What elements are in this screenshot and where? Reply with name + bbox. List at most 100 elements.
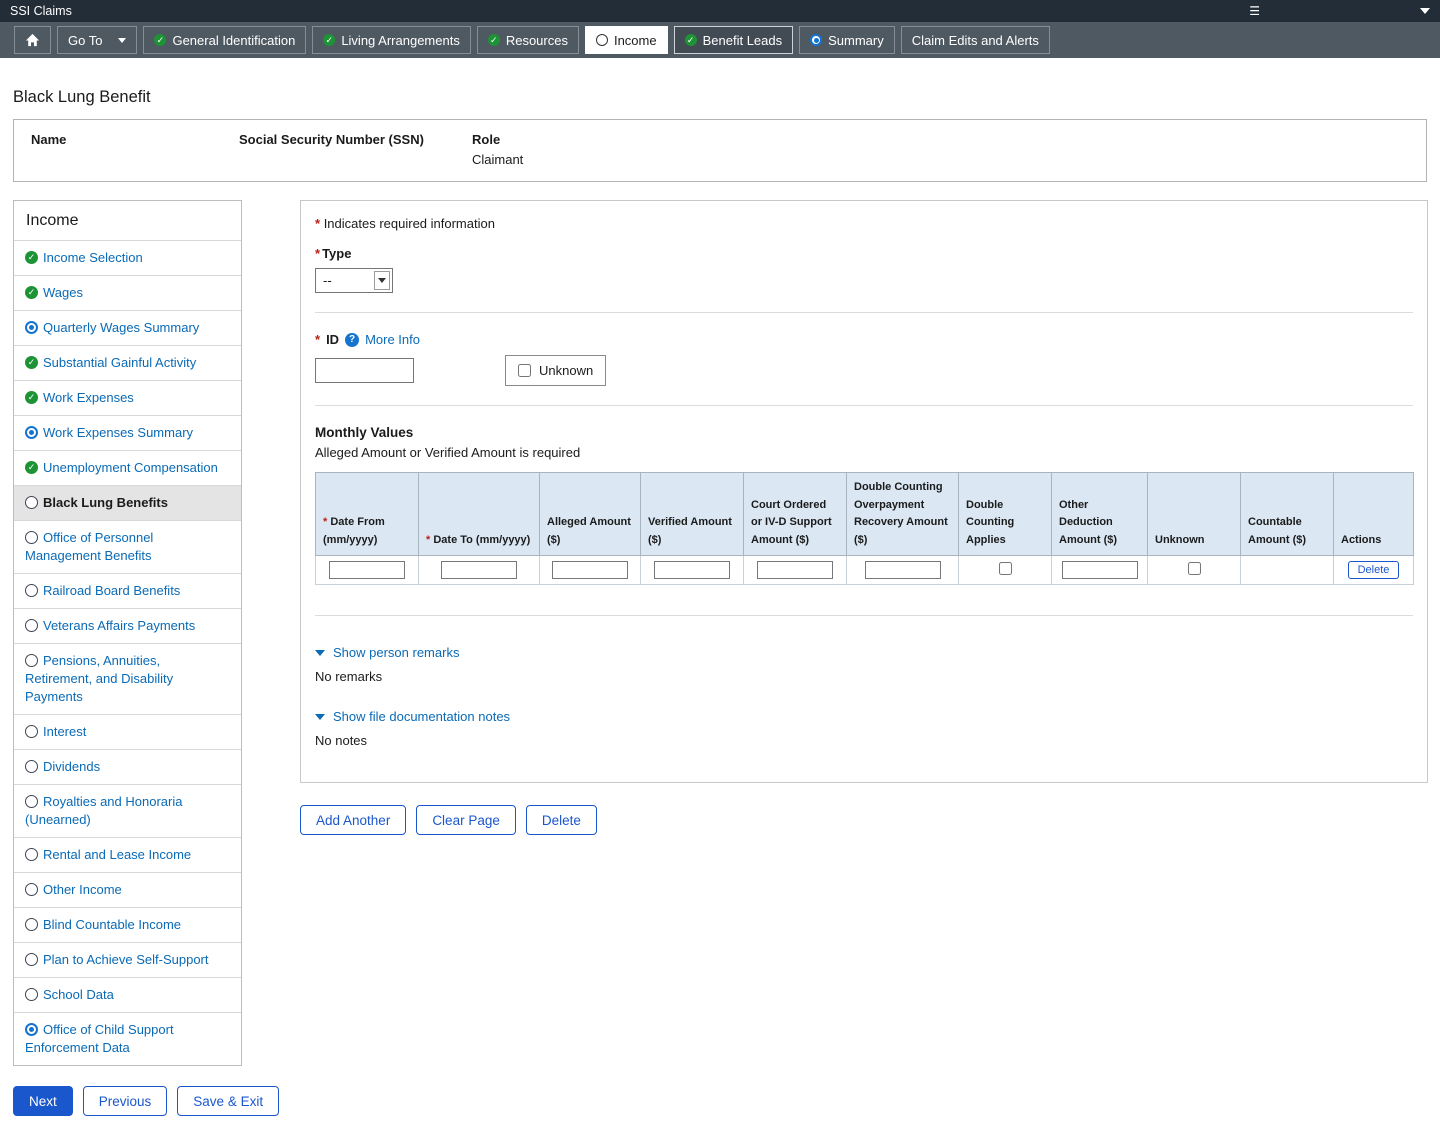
col-alleged-amount: Alleged Amount ($) [539, 471, 641, 557]
role-label: Role [472, 132, 501, 147]
show-file-documentation-notes-toggle[interactable]: Show file documentation notes [315, 709, 1413, 724]
monthly-values-subtitle: Alleged Amount or Verified Amount is req… [315, 445, 581, 460]
sidebar-item-school-data[interactable]: School Data [14, 977, 241, 1012]
empty-circle-icon [25, 654, 38, 667]
home-icon [25, 33, 40, 47]
col-unknown: Unknown [1147, 471, 1241, 557]
col-verified-amount: Verified Amount ($) [640, 471, 744, 557]
tab-living-arrangements[interactable]: Living Arrangements [312, 26, 471, 54]
double-counting-applies-checkbox[interactable] [998, 562, 1012, 576]
sidebar-item-pensions-annuities[interactable]: Pensions, Annuities, Retirement, and Dis… [14, 643, 241, 714]
previous-button[interactable]: Previous [82, 1086, 168, 1116]
name-label: Name [31, 132, 67, 147]
sidebar-item-other-income[interactable]: Other Income [14, 872, 241, 907]
id-label-row: * ID More Info [315, 332, 1413, 347]
sidebar-item-work-expenses-summary[interactable]: Work Expenses Summary [14, 415, 241, 450]
col-double-counting-recovery-amount: Double Counting Overpayment Recovery Amo… [846, 471, 959, 557]
empty-circle-icon [25, 883, 38, 896]
sidebar-item-quarterly-wages-summary[interactable]: Quarterly Wages Summary [14, 310, 241, 345]
clear-page-button[interactable]: Clear Page [416, 805, 516, 836]
sidebar-item-wages[interactable]: Wages [14, 275, 241, 310]
delete-button[interactable]: Delete [525, 805, 597, 836]
sidebar-item-office-of-child-support-enforcement-data[interactable]: Office of Child Support Enforcement Data [14, 1012, 241, 1065]
form-actions: Add Another Clear Page Delete [300, 805, 1428, 836]
empty-circle-icon [25, 988, 38, 1001]
home-button[interactable] [14, 26, 51, 54]
monthly-values-title: Monthly Values [315, 425, 414, 440]
tab-resources[interactable]: Resources [476, 26, 579, 54]
row-delete-button[interactable]: Delete [1347, 561, 1400, 580]
in-progress-circle-icon [25, 321, 38, 334]
empty-circle-icon [25, 848, 38, 861]
save-exit-button[interactable]: Save & Exit [177, 1086, 280, 1116]
sidebar-item-dividends[interactable]: Dividends [14, 749, 241, 784]
divider [315, 312, 1413, 313]
sidebar-item-royalties-and-honoraria[interactable]: Royalties and Honoraria (Unearned) [14, 784, 241, 837]
more-info-link[interactable]: More Info [365, 332, 420, 347]
col-countable-amount: Countable Amount ($) [1240, 471, 1334, 557]
chevron-down-icon [315, 649, 325, 656]
table-header-row: * Date From (mm/yyyy) * Date To (mm/yyyy… [315, 471, 1414, 557]
empty-circle-icon [25, 725, 38, 738]
sidebar-item-unemployment-compensation[interactable]: Unemployment Compensation [14, 450, 241, 485]
next-button[interactable]: Next [13, 1086, 73, 1116]
tab-benefit-leads[interactable]: Benefit Leads [673, 26, 794, 54]
in-progress-circle-icon [25, 1023, 38, 1036]
check-circle-icon [154, 34, 167, 46]
empty-circle-icon [25, 531, 38, 544]
col-date-to: * Date To (mm/yyyy) [418, 471, 540, 557]
check-circle-icon [25, 286, 38, 299]
black-lung-benefit-form: * Indicates required information * Type -… [300, 200, 1428, 784]
id-unknown-checkbox[interactable] [518, 364, 531, 377]
sidebar-item-income-selection[interactable]: Income Selection [14, 240, 241, 275]
sidebar-item-railroad-board-benefits[interactable]: Railroad Board Benefits [14, 573, 241, 608]
sidebar-item-work-expenses[interactable]: Work Expenses [14, 380, 241, 415]
info-icon [345, 332, 360, 347]
in-progress-circle-icon [25, 426, 38, 439]
sidebar-item-blind-countable-income[interactable]: Blind Countable Income [14, 907, 241, 942]
sidebar-item-interest[interactable]: Interest [14, 714, 241, 749]
sidebar-item-substantial-gainful-activity[interactable]: Substantial Gainful Activity [14, 345, 241, 380]
show-person-remarks-toggle[interactable]: Show person remarks [315, 645, 1413, 660]
app-title: SSI Claims [10, 4, 72, 18]
sidebar-item-rental-and-lease-income[interactable]: Rental and Lease Income [14, 837, 241, 872]
id-unknown-group: Unknown [505, 355, 607, 386]
sidebar-item-plan-to-achieve-self-support[interactable]: Plan to Achieve Self-Support [14, 942, 241, 977]
check-circle-icon [323, 34, 336, 46]
caret-down-icon[interactable] [1420, 8, 1430, 14]
tab-claim-edits-and-alerts[interactable]: Claim Edits and Alerts [900, 26, 1050, 54]
row-unknown-checkbox[interactable] [1187, 562, 1201, 576]
type-select[interactable]: -- [315, 268, 393, 293]
verified-amount-input[interactable] [654, 561, 730, 580]
date-to-input[interactable] [441, 561, 517, 580]
table-row: Delete [315, 555, 1414, 586]
id-label: ID [326, 332, 340, 347]
id-input[interactable] [315, 358, 414, 383]
other-deduction-input[interactable] [1061, 561, 1138, 580]
tab-income[interactable]: Income [584, 26, 668, 54]
notes-empty-text: No notes [315, 733, 368, 749]
empty-circle-icon [25, 619, 38, 632]
sidebar-item-veterans-affairs-payments[interactable]: Veterans Affairs Payments [14, 608, 241, 643]
court-ordered-amount-input[interactable] [757, 561, 833, 580]
empty-circle-icon [25, 496, 38, 509]
remarks-empty-text: No remarks [315, 669, 383, 685]
type-select-value: -- [323, 273, 332, 288]
date-from-input[interactable] [329, 561, 405, 580]
page-title: Black Lung Benefit [13, 88, 151, 106]
titlebar-controls: ☰ [1249, 5, 1430, 17]
sidebar-item-black-lung-benefits[interactable]: Black Lung Benefits [14, 485, 241, 520]
double-counting-recovery-input[interactable] [864, 561, 941, 580]
required-note: * Indicates required information [315, 216, 495, 231]
sidebar-item-office-of-personnel-management-benefits[interactable]: Office of Personnel Management Benefits [14, 520, 241, 573]
alleged-amount-input[interactable] [552, 561, 628, 580]
tab-general-identification[interactable]: General Identification [143, 26, 307, 54]
menu-icon[interactable]: ☰ [1249, 5, 1260, 17]
add-another-button[interactable]: Add Another [300, 805, 407, 836]
goto-dropdown[interactable]: Go To [57, 26, 138, 54]
income-sidebar: Income Income Selection Wages Quarterly … [13, 200, 242, 1066]
empty-circle-icon [595, 34, 608, 46]
col-date-from: * Date From (mm/yyyy) [315, 471, 419, 557]
tab-summary[interactable]: Summary [799, 26, 895, 54]
in-progress-circle-icon [810, 34, 823, 46]
